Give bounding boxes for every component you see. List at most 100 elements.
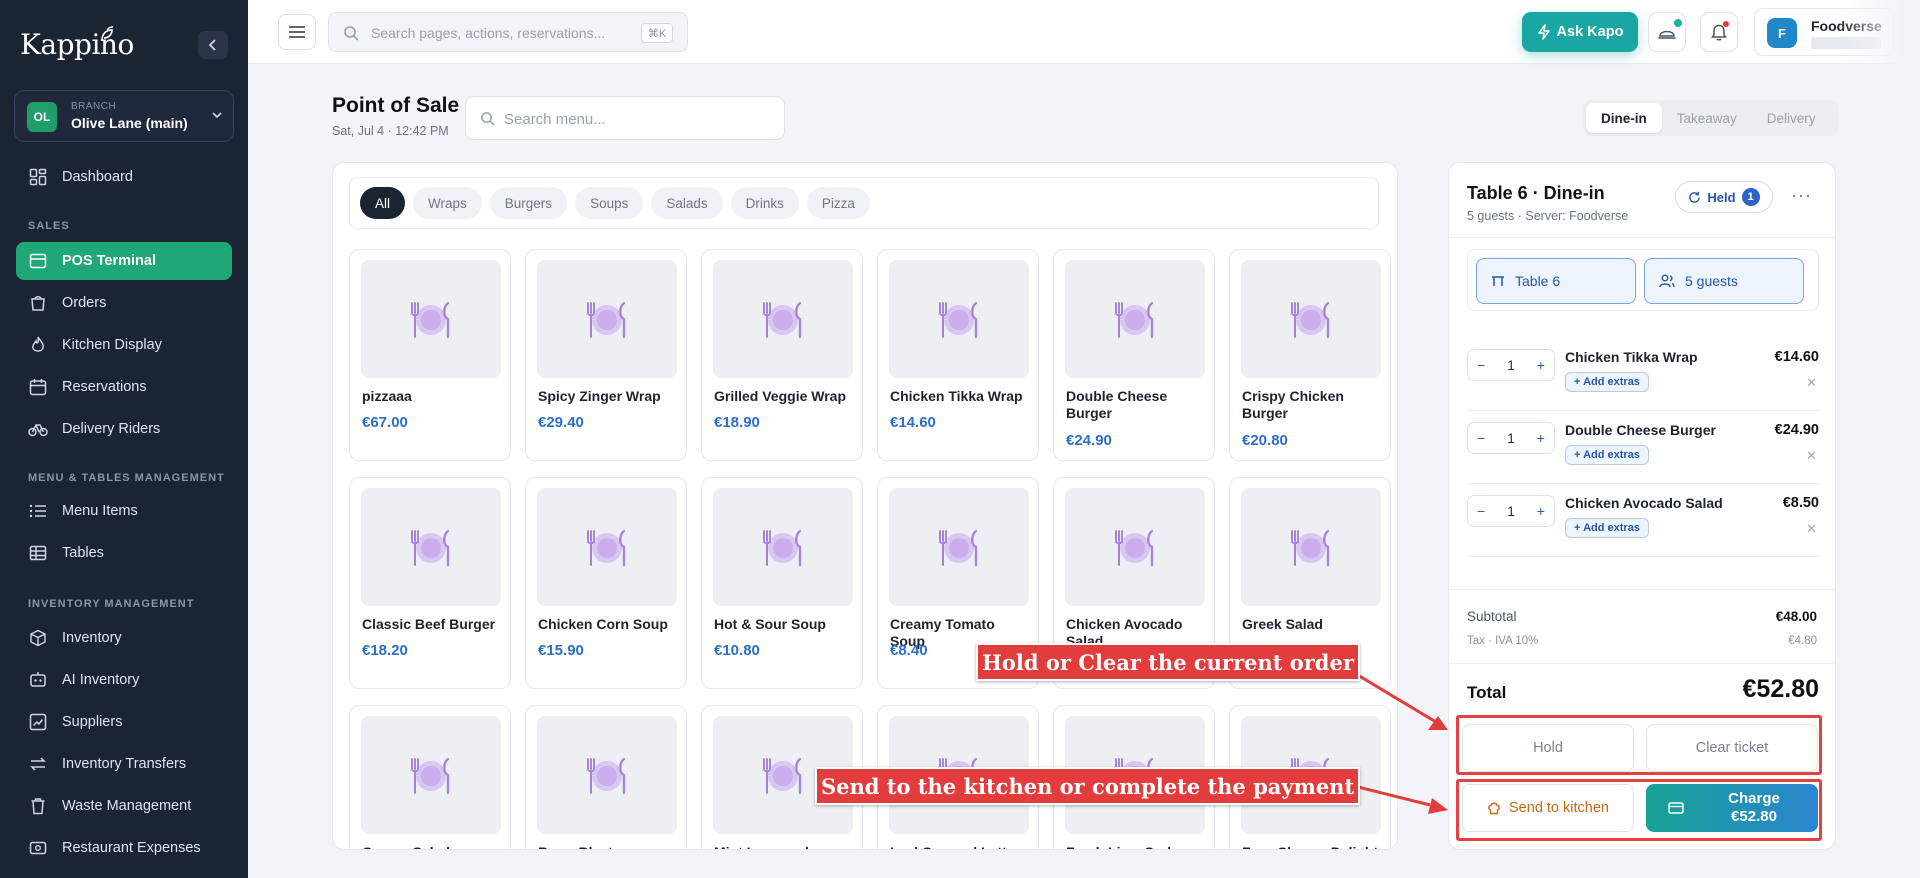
quantity-stepper[interactable]: − 1 + <box>1467 495 1555 527</box>
quantity-stepper[interactable]: − 1 + <box>1467 349 1555 381</box>
category-chip-soups[interactable]: Soups <box>575 187 644 219</box>
plate-icon <box>1291 529 1330 567</box>
global-search-input[interactable]: Search pages, actions, reservations... ⌘… <box>328 12 688 52</box>
add-extras-button[interactable]: + Add extras <box>1565 518 1649 538</box>
ask-kapo-button[interactable]: Ask Kapo <box>1522 12 1638 52</box>
hamburger-icon <box>289 26 305 38</box>
sidebar-item-suppliers[interactable]: Suppliers <box>16 703 232 741</box>
menu-item-card[interactable]: Crispy Chicken Burger €20.80 <box>1229 249 1391 461</box>
guests-chip[interactable]: 5 guests <box>1644 258 1804 304</box>
subtotal-label: Subtotal <box>1467 609 1517 624</box>
plate-icon <box>587 757 626 795</box>
menu-item-card[interactable]: Classic Beef Burger €18.20 <box>349 477 511 689</box>
scrollbar-track <box>1397 255 1398 849</box>
decrement-button[interactable]: − <box>1477 503 1485 519</box>
sidebar-item-reservations[interactable]: Reservations <box>16 368 232 406</box>
order-line: − 1 + Double Cheese Burger + Add extras €24.9… <box>1467 412 1819 484</box>
menu-item-card[interactable]: Caesar Salad <box>349 705 511 849</box>
add-extras-button[interactable]: + Add extras <box>1565 445 1649 465</box>
remove-line-icon[interactable]: ✕ <box>1806 448 1817 464</box>
add-extras-button[interactable]: + Add extras <box>1565 372 1649 392</box>
menu-item-image <box>537 716 677 834</box>
category-chip-drinks[interactable]: Drinks <box>730 187 799 219</box>
sidebar-item-pos-terminal[interactable]: POS Terminal <box>16 242 232 280</box>
order-line: − 1 + Chicken Avocado Salad + Add extras €8.5… <box>1467 485 1819 557</box>
tab-delivery[interactable]: Delivery <box>1752 103 1831 133</box>
menu-search-input[interactable]: Search menu... <box>465 96 785 140</box>
divider <box>1467 410 1819 411</box>
sidebar-item-label: Inventory Transfers <box>62 756 187 772</box>
held-count-badge: 1 <box>1741 188 1760 206</box>
menu-item-card[interactable]: Spicy Zinger Wrap €29.40 <box>525 249 687 461</box>
category-chip-burgers[interactable]: Burgers <box>489 187 568 219</box>
sidebar-item-dashboard[interactable]: Dashboard <box>16 158 232 196</box>
status-dot <box>1673 18 1683 28</box>
callout-send-charge: Send to the kitchen or complete the paym… <box>815 767 1361 805</box>
category-chip-pizza[interactable]: Pizza <box>806 187 870 219</box>
sidebar-item-restaurant-expenses[interactable]: Restaurant Expenses <box>16 829 232 867</box>
menu-item-card[interactable]: Chicken Corn Soup €15.90 <box>525 477 687 689</box>
sidebar-item-label: Suppliers <box>62 714 123 730</box>
category-chip-salads[interactable]: Salads <box>651 187 723 219</box>
menu-item-name: Iced Caramel Latte <box>890 844 1032 849</box>
table-chip-label: Table 6 <box>1515 273 1561 289</box>
remove-line-icon[interactable]: ✕ <box>1806 521 1817 537</box>
decrement-button[interactable]: − <box>1477 430 1485 446</box>
sidebar-item-menu-items[interactable]: Menu Items <box>16 492 232 530</box>
menu-item-card[interactable]: Berry Blast <box>525 705 687 849</box>
bolt-icon <box>1537 24 1550 40</box>
tax-value: €4.80 <box>1788 635 1817 647</box>
branch-caption: BRANCH <box>71 101 117 112</box>
order-line-name: Double Cheese Burger <box>1565 422 1716 438</box>
menu-item-card[interactable]: pizzaaa €67.00 <box>349 249 511 461</box>
menu-toggle-button[interactable] <box>278 14 316 50</box>
menu-item-price: €18.90 <box>714 414 760 431</box>
order-mode-tabs: Dine-in Takeaway Delivery <box>1583 100 1839 136</box>
sidebar-item-orders[interactable]: Orders <box>16 284 232 322</box>
menu-scrollbar[interactable] <box>1397 255 1398 849</box>
sidebar-item-tables[interactable]: Tables <box>16 534 232 572</box>
remove-line-icon[interactable]: ✕ <box>1806 375 1817 391</box>
branch-selector[interactable]: OL BRANCH Olive Lane (main) <box>14 90 234 142</box>
order-line-price: €8.50 <box>1782 495 1819 511</box>
menu-item-card[interactable]: Double Cheese Burger €24.90 <box>1053 249 1215 461</box>
collapse-sidebar-button[interactable] <box>198 31 228 59</box>
menu-item-card[interactable]: Grilled Veggie Wrap €18.90 <box>701 249 863 461</box>
kitchen-status-button[interactable] <box>1648 12 1686 52</box>
page-subtitle: Sat, Jul 4 · 12:42 PM <box>332 124 449 138</box>
sidebar-item-ai-inventory[interactable]: AI Inventory <box>16 661 232 699</box>
notifications-button[interactable] <box>1700 12 1738 52</box>
section-label-inventory: INVENTORY MANAGEMENT <box>28 598 195 610</box>
menu-item-image <box>361 488 501 606</box>
plate-icon <box>763 757 802 795</box>
sidebar-item-delivery-riders[interactable]: Delivery Riders <box>16 410 232 448</box>
increment-button[interactable]: + <box>1537 503 1545 519</box>
menu-item-image <box>713 260 853 378</box>
decrement-button[interactable]: − <box>1477 357 1485 373</box>
held-orders-button[interactable]: Held 1 <box>1675 181 1773 213</box>
ask-kapo-label: Ask Kapo <box>1556 24 1624 40</box>
category-chip-wraps[interactable]: Wraps <box>413 187 482 219</box>
tab-dine-in[interactable]: Dine-in <box>1586 103 1662 133</box>
category-chip-all[interactable]: All <box>360 187 406 219</box>
divider <box>1449 663 1835 664</box>
menu-item-card[interactable]: Chicken Tikka Wrap €14.60 <box>877 249 1039 461</box>
sidebar-item-waste-management[interactable]: Waste Management <box>16 787 232 825</box>
tab-takeaway[interactable]: Takeaway <box>1662 103 1752 133</box>
menu-item-price: €10.80 <box>714 642 760 659</box>
table-chip[interactable]: Table 6 <box>1476 258 1636 304</box>
menu-item-card[interactable]: Hot & Sour Soup €10.80 <box>701 477 863 689</box>
menu-item-name: Grilled Veggie Wrap <box>714 388 847 404</box>
increment-button[interactable]: + <box>1537 357 1545 373</box>
sidebar-item-kitchen-display[interactable]: Kitchen Display <box>16 326 232 364</box>
table-icon <box>28 543 48 563</box>
quantity-stepper[interactable]: − 1 + <box>1467 422 1555 454</box>
sidebar-item-inventory[interactable]: Inventory <box>16 619 232 657</box>
more-options-icon[interactable]: ··· <box>1791 185 1812 206</box>
increment-button[interactable]: + <box>1537 430 1545 446</box>
sidebar-item-label: Waste Management <box>62 798 192 814</box>
total-value: €52.80 <box>1742 675 1819 703</box>
quantity-value: 1 <box>1507 430 1515 446</box>
sidebar-item-inventory-transfers[interactable]: Inventory Transfers <box>16 745 232 783</box>
plate-icon <box>1291 301 1330 339</box>
